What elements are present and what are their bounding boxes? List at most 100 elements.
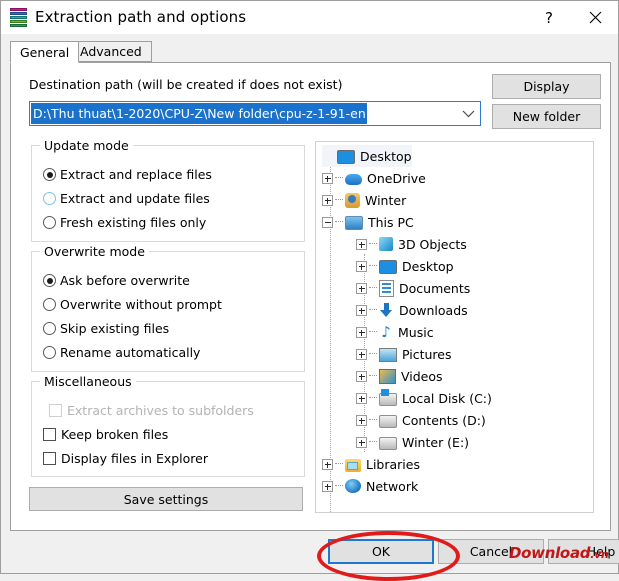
- option-label: Display files in Explorer: [61, 451, 208, 466]
- tree-item-label: This PC: [368, 214, 414, 230]
- checkbox-indicator: [49, 404, 62, 417]
- radio-fresh-existing-files-only[interactable]: Fresh existing files only: [43, 214, 206, 231]
- tree-connector: [369, 419, 377, 421]
- radio-indicator: [43, 298, 56, 311]
- tree-item-network[interactable]: Network: [322, 475, 418, 497]
- miscellaneous-legend: Miscellaneous: [40, 374, 136, 389]
- tree-item-documents[interactable]: Documents: [356, 277, 470, 299]
- tree-connector: [369, 441, 377, 443]
- watermark: Download.vn: [509, 544, 609, 562]
- download-icon: [379, 302, 394, 318]
- expand-icon[interactable]: [356, 436, 367, 448]
- computer-icon: [345, 216, 363, 230]
- expand-icon[interactable]: [356, 304, 367, 316]
- chevron-down-icon[interactable]: [462, 102, 475, 125]
- tree-item-label: Contents (D:): [402, 412, 486, 428]
- tree-item-label: Documents: [399, 280, 471, 296]
- tree-item-videos[interactable]: Videos: [356, 365, 443, 387]
- tab-general[interactable]: General: [10, 41, 80, 63]
- expand-icon[interactable]: [356, 392, 367, 404]
- tree-item-winter[interactable]: Winter: [322, 189, 406, 211]
- tree-connector: [369, 353, 377, 355]
- radio-ask-before-overwrite[interactable]: Ask before overwrite: [43, 272, 190, 289]
- expand-icon[interactable]: [356, 238, 367, 250]
- overwrite-mode-group: Overwrite mode Ask before overwrite Over…: [31, 244, 305, 372]
- expand-icon[interactable]: [356, 414, 367, 426]
- ok-button[interactable]: OK: [328, 539, 434, 564]
- tree-item-label: Local Disk (C:): [402, 390, 492, 406]
- expand-icon[interactable]: [322, 480, 333, 492]
- tree-item-label: Libraries: [366, 456, 420, 472]
- expand-icon[interactable]: [356, 282, 367, 294]
- expand-icon[interactable]: [356, 260, 367, 272]
- tree-connector: [369, 265, 377, 267]
- radio-extract-and-replace-files[interactable]: Extract and replace files: [43, 166, 212, 183]
- expand-icon[interactable]: [322, 172, 333, 184]
- folder-tree[interactable]: Desktop OneDrive Winter This PC 3D Objects De…: [315, 141, 594, 513]
- cloud-icon: [345, 174, 362, 185]
- close-icon[interactable]: [572, 1, 618, 34]
- destination-path-combo[interactable]: D:\Thu thuat\1-2020\CPU-Z\New folder\cpu…: [29, 101, 481, 126]
- option-label: Skip existing files: [60, 321, 170, 336]
- radio-extract-and-update-files[interactable]: Extract and update files: [43, 190, 210, 207]
- watermark-text: Download: [509, 544, 591, 562]
- tab-advanced[interactable]: Advanced: [70, 41, 152, 62]
- tree-connector: [335, 221, 343, 223]
- tree-item-label: Winter: [365, 192, 407, 208]
- display-button[interactable]: Display: [492, 74, 601, 99]
- video-icon: [379, 369, 396, 384]
- tree-item-label: Desktop: [402, 258, 454, 274]
- monitor-icon: [337, 150, 355, 164]
- tree-item-winter-e[interactable]: Winter (E:): [356, 431, 469, 453]
- checkbox-indicator: [43, 452, 56, 465]
- radio-overwrite-without-prompt[interactable]: Overwrite without prompt: [43, 296, 222, 313]
- tree-item-music[interactable]: ♪ Music: [356, 321, 434, 343]
- tree-connector: [369, 397, 377, 399]
- tree-item-label: Network: [366, 478, 419, 494]
- checkbox-indicator: [43, 428, 56, 441]
- help-icon[interactable]: ?: [526, 1, 572, 34]
- tree-item-libraries[interactable]: Libraries: [322, 453, 420, 475]
- collapse-icon[interactable]: [322, 216, 333, 228]
- tree-item-contents-d[interactable]: Contents (D:): [356, 409, 486, 431]
- expand-icon[interactable]: [356, 370, 367, 382]
- winrar-books-icon: [8, 7, 29, 28]
- library-icon: [345, 458, 361, 472]
- new-folder-button[interactable]: New folder: [492, 104, 601, 129]
- tree-item-label: 3D Objects: [398, 236, 467, 252]
- checkbox-keep-broken-files[interactable]: Keep broken files: [43, 426, 168, 443]
- network-icon: [345, 479, 361, 493]
- tree-item-this-pc[interactable]: This PC: [322, 211, 414, 233]
- tree-item-desktop[interactable]: Desktop: [322, 145, 412, 167]
- checkbox-display-files-in-explorer[interactable]: Display files in Explorer: [43, 450, 208, 467]
- expand-icon[interactable]: [322, 458, 333, 470]
- tree-item-label: OneDrive: [367, 170, 426, 186]
- tree-item-pictures[interactable]: Pictures: [356, 343, 452, 365]
- extraction-options-dialog: Extraction path and options ? General Ad…: [0, 0, 619, 581]
- tree-connector: [335, 463, 343, 465]
- tree-item-local-disk-c[interactable]: Local Disk (C:): [356, 387, 492, 409]
- tree-item-downloads[interactable]: Downloads: [356, 299, 468, 321]
- tree-connector: [369, 309, 377, 311]
- tree-item-onedrive[interactable]: OneDrive: [322, 167, 426, 189]
- radio-skip-existing-files[interactable]: Skip existing files: [43, 320, 169, 337]
- destination-path-value[interactable]: D:\Thu thuat\1-2020\CPU-Z\New folder\cpu…: [31, 103, 367, 124]
- radio-indicator: [43, 274, 56, 287]
- tree-item-label: Music: [398, 324, 434, 340]
- option-label: Rename automatically: [60, 345, 201, 360]
- window-title: Extraction path and options: [35, 8, 247, 26]
- monitor-icon: [379, 260, 397, 274]
- option-label: Keep broken files: [61, 427, 169, 442]
- expand-icon[interactable]: [356, 326, 367, 338]
- overwrite-mode-legend: Overwrite mode: [40, 244, 149, 259]
- tree-item-3d-objects[interactable]: 3D Objects: [356, 233, 467, 255]
- expand-icon[interactable]: [356, 348, 367, 360]
- radio-indicator: [43, 346, 56, 359]
- tree-item-label: Downloads: [399, 302, 468, 318]
- radio-rename-automatically[interactable]: Rename automatically: [43, 344, 200, 361]
- windows-disk-icon: [379, 389, 397, 406]
- radio-indicator: [43, 192, 56, 205]
- tree-item-desktop[interactable]: Desktop: [356, 255, 454, 277]
- expand-icon[interactable]: [322, 194, 333, 206]
- save-settings-button[interactable]: Save settings: [29, 487, 303, 511]
